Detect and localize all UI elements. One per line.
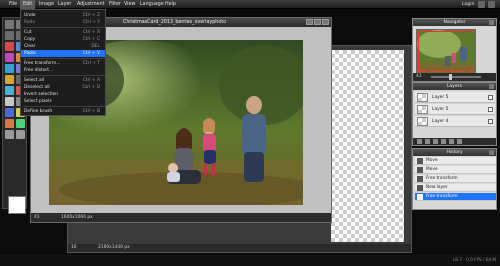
back-zoom-value[interactable]: 16 [71, 244, 77, 252]
blur-tool-icon[interactable] [5, 86, 14, 95]
back-size-value: 2160x1440 px [98, 245, 130, 250]
close-icon[interactable] [489, 20, 494, 25]
layer-row[interactable]: Layer 5 [415, 92, 495, 103]
menu-item-deselect-all[interactable]: Deselect all Ctrl + D [21, 84, 105, 91]
menu-file[interactable]: File [6, 0, 20, 9]
navigator-zoom-bar: 43 [413, 73, 496, 81]
menu-item-copy[interactable]: Copy Ctrl + C [21, 36, 105, 43]
layers-panel: Layers Layer 5 Layer 5 Layer 4 [412, 82, 497, 146]
menu-item-free-transform[interactable]: Free transform... Ctrl + T [21, 60, 105, 67]
menu-view[interactable]: View [121, 0, 138, 9]
menu-bar: File Edit Image Layer Adjustment Filter … [0, 0, 500, 9]
zoom-slider[interactable] [431, 76, 481, 78]
brush-tool-icon[interactable] [5, 53, 14, 62]
new-layer-icon[interactable] [449, 139, 454, 144]
move-icon [417, 167, 423, 173]
new-layer-icon [417, 185, 423, 191]
shape-tool-icon[interactable] [5, 119, 14, 128]
navigator-title[interactable]: Navigator [413, 19, 496, 26]
navigator-thumbnail[interactable] [416, 29, 476, 74]
pen-tool-icon[interactable] [16, 119, 25, 128]
dodge-tool-icon[interactable] [5, 97, 14, 106]
layer-row[interactable]: Layer 4 [415, 116, 495, 127]
layers-title[interactable]: Layers [413, 83, 496, 90]
zoom-tool-icon[interactable] [16, 130, 25, 139]
trash-icon[interactable] [457, 139, 462, 144]
history-item[interactable]: Move [415, 157, 496, 165]
history-panel: History Move Move Free transform New lay… [412, 148, 497, 210]
menu-edit[interactable]: Edit [20, 0, 36, 9]
transparent-canvas-area [331, 50, 404, 242]
zoom-slider-handle[interactable] [449, 74, 452, 80]
layer-name: Layer 5 [432, 107, 449, 112]
layer-name: Layer 5 [432, 95, 449, 100]
history-item[interactable]: Free transform [415, 193, 496, 201]
history-item[interactable]: Free transform [415, 175, 496, 183]
history-item[interactable]: Move [415, 166, 496, 174]
back-window-status-bar: 16 2160x1440 px [68, 244, 411, 252]
menu-item-cut[interactable]: Cut Ctrl + X [21, 29, 105, 36]
history-title[interactable]: History [413, 149, 496, 156]
layer-thumbnail [417, 105, 428, 114]
folder-icon[interactable] [441, 139, 446, 144]
menu-item-select-all[interactable]: Select all Ctrl + A [21, 77, 105, 84]
navigator-panel: Navigator 43 [412, 18, 497, 82]
fill-tool-icon[interactable] [5, 64, 14, 73]
image-window-status-bar: 43 1600x1066 px [31, 213, 331, 222]
fullscreen-icon[interactable] [488, 1, 495, 8]
wand-tool-icon[interactable] [5, 42, 14, 51]
transform-icon [417, 194, 423, 200]
move-tool-icon[interactable] [5, 20, 14, 29]
menu-image[interactable]: Image [36, 0, 57, 9]
layer-style-icon[interactable] [425, 139, 430, 144]
layer-row[interactable]: Layer 5 [415, 104, 495, 115]
foreground-color-swatch[interactable] [8, 196, 26, 214]
move-icon [417, 158, 423, 164]
hand-tool-icon[interactable] [5, 130, 14, 139]
history-item[interactable]: New layer [415, 184, 496, 192]
menu-item-define-brush[interactable]: Define brush Ctrl + B [20, 108, 106, 116]
menu-item-clear[interactable]: Clear DEL [21, 43, 105, 50]
transform-icon [417, 176, 423, 182]
layer-thumbnail [417, 117, 428, 126]
main-zoom-value[interactable]: 43 [34, 214, 40, 222]
menu-adjustment[interactable]: Adjustment [74, 0, 108, 9]
window-controls [305, 19, 329, 27]
menu-item-redo[interactable]: Redo Ctrl + Y [21, 19, 105, 26]
layer-name: Layer 4 [432, 119, 449, 124]
menu-item-invert-selection[interactable]: Invert selection [21, 91, 105, 98]
clone-tool-icon[interactable] [5, 75, 14, 84]
layer-mask-icon[interactable] [433, 139, 438, 144]
layers-footer [413, 138, 496, 145]
menu-item-select-pixels[interactable]: Select pixels [21, 98, 105, 105]
layer-settings-icon[interactable] [417, 139, 422, 144]
navigator-viewport-frame[interactable] [418, 31, 474, 72]
navigator-zoom-value[interactable]: 43 [416, 73, 422, 81]
layer-visibility-checkbox[interactable] [488, 95, 493, 100]
login-link[interactable]: Login [462, 0, 474, 9]
user-icon[interactable] [478, 1, 485, 8]
menu-help[interactable]: Help [162, 0, 179, 9]
menu-item-free-distort[interactable]: Free distort... [21, 67, 105, 74]
layer-thumbnail [417, 93, 428, 102]
close-icon[interactable] [489, 84, 494, 89]
main-size-value: 1600x1066 px [61, 215, 93, 220]
layer-visibility-checkbox[interactable] [488, 119, 493, 124]
close-icon[interactable] [489, 150, 494, 155]
layer-visibility-checkbox[interactable] [488, 107, 493, 112]
bottom-bar: LB.7 · 0.0 FPS / 64 M [0, 255, 500, 266]
menu-item-paste[interactable]: Paste Ctrl + V [21, 50, 105, 57]
close-icon[interactable] [322, 19, 329, 25]
minimize-icon[interactable] [306, 19, 313, 25]
edit-menu-dropdown: Undo Ctrl + Z Redo Ctrl + Y Cut Ctrl + X Co… [20, 9, 106, 109]
menu-layer[interactable]: Layer [55, 0, 74, 9]
menu-item-undo[interactable]: Undo Ctrl + Z [21, 12, 105, 19]
sponge-tool-icon[interactable] [5, 108, 14, 117]
performance-readout: LB.7 · 0.0 FPS / 64 M [452, 257, 496, 262]
maximize-icon[interactable] [314, 19, 321, 25]
crop-tool-icon[interactable] [5, 31, 14, 40]
